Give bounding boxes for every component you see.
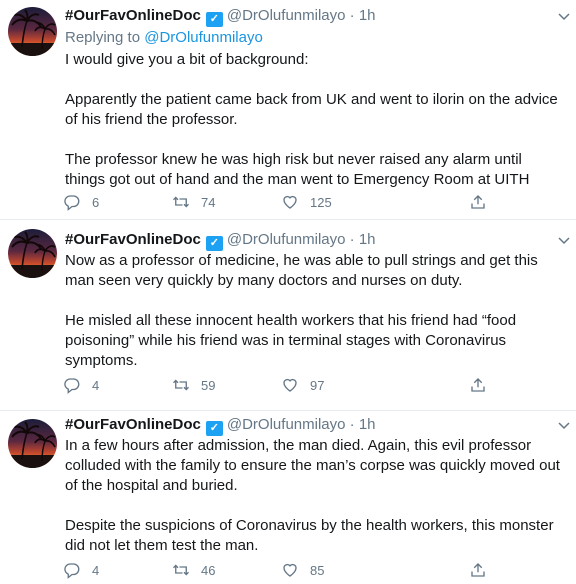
retweet-icon — [173, 196, 189, 208]
tweet-paragraph: Apparently the patient came back from UK… — [65, 91, 558, 128]
share-icon — [471, 378, 485, 392]
like-button[interactable]: 85 — [281, 559, 324, 581]
tweet[interactable]: #OurFavOnlineDoc ✓ @DrOlufunmilayo · 1h No… — [0, 220, 576, 411]
reply-button[interactable]: 6 — [63, 191, 99, 213]
tweet-header: #OurFavOnlineDoc ✓ @DrOlufunmilayo · 1h — [65, 6, 548, 27]
display-name[interactable]: #OurFavOnlineDoc — [65, 416, 201, 433]
user-handle[interactable]: @DrOlufunmilayo — [227, 416, 346, 433]
share-icon — [471, 563, 485, 577]
retweet-count: 46 — [201, 562, 216, 578]
tweet-paragraph: Despite the suspicions of Coronavirus by… — [65, 517, 554, 554]
timestamp[interactable]: 1h — [359, 416, 376, 433]
avatar[interactable] — [8, 7, 57, 56]
like-count: 85 — [310, 562, 325, 578]
reply-button[interactable]: 4 — [63, 374, 99, 396]
chevron-down-icon[interactable] — [558, 234, 570, 246]
display-name[interactable]: #OurFavOnlineDoc — [65, 231, 201, 248]
user-handle[interactable]: @DrOlufunmilayo — [227, 7, 346, 24]
share-icon — [471, 195, 485, 209]
share-button[interactable] — [469, 191, 487, 213]
tweet-actions: 4 59 97 — [63, 374, 503, 396]
tweet-actions: 4 46 85 — [63, 559, 503, 581]
replying-to: Replying to @DrOlufunmilayo — [65, 28, 263, 48]
heart-icon — [283, 378, 297, 392]
like-count: 125 — [310, 194, 332, 210]
like-count: 97 — [310, 377, 325, 393]
like-button[interactable]: 125 — [281, 191, 332, 213]
share-button[interactable] — [469, 374, 487, 396]
display-name[interactable]: #OurFavOnlineDoc — [65, 7, 201, 24]
reply-icon — [64, 563, 80, 579]
retweet-icon — [173, 564, 189, 576]
retweet-count: 59 — [201, 377, 216, 393]
tweet-header: #OurFavOnlineDoc ✓ @DrOlufunmilayo · 1h — [65, 230, 548, 251]
replying-to-mention[interactable]: @DrOlufunmilayo — [144, 29, 263, 46]
avatar[interactable] — [8, 229, 57, 278]
like-button[interactable]: 97 — [281, 374, 324, 396]
separator-dot: · — [349, 416, 355, 433]
chevron-down-icon[interactable] — [558, 419, 570, 431]
reply-icon — [64, 195, 80, 211]
tweet-header: #OurFavOnlineDoc ✓ @DrOlufunmilayo · 1h — [65, 415, 548, 436]
reply-count: 4 — [92, 377, 100, 393]
heart-icon — [283, 563, 297, 577]
reply-button[interactable]: 4 — [63, 559, 99, 581]
retweet-button[interactable]: 46 — [172, 559, 215, 581]
tweet-paragraph: Now as a professor of medicine, he was a… — [65, 252, 538, 289]
replying-to-label: Replying to — [65, 29, 141, 46]
retweet-button[interactable]: 74 — [172, 191, 215, 213]
share-button[interactable] — [469, 559, 487, 581]
tweet-text: I would give you a bit of background: Ap… — [65, 50, 563, 190]
reply-count: 6 — [92, 194, 100, 210]
retweet-button[interactable]: 59 — [172, 374, 215, 396]
tweet-text: In a few hours after admission, the man … — [65, 436, 563, 556]
tweet-paragraph: The professor knew he was high risk but … — [65, 151, 530, 188]
timestamp[interactable]: 1h — [359, 7, 376, 24]
chevron-down-icon[interactable] — [558, 10, 570, 22]
reply-icon — [64, 378, 80, 394]
retweet-count: 74 — [201, 194, 216, 210]
reply-count: 4 — [92, 562, 100, 578]
separator-dot: · — [349, 7, 355, 24]
separator-dot: · — [349, 231, 355, 248]
retweet-icon — [173, 379, 189, 391]
timestamp[interactable]: 1h — [359, 231, 376, 248]
tweet-paragraph: I would give you a bit of background: — [65, 51, 309, 68]
tweet-text: Now as a professor of medicine, he was a… — [65, 251, 563, 371]
verified-badge-icon: ✓ — [205, 236, 223, 251]
user-handle[interactable]: @DrOlufunmilayo — [227, 231, 346, 248]
tweet-paragraph: He misled all these innocent health work… — [65, 312, 517, 369]
verified-badge-icon: ✓ — [205, 421, 223, 436]
tweet-actions: 6 74 125 — [63, 191, 503, 213]
verified-badge-icon: ✓ — [205, 12, 223, 27]
avatar[interactable] — [8, 419, 57, 468]
heart-icon — [283, 195, 297, 209]
tweet[interactable]: #OurFavOnlineDoc ✓ @DrOlufunmilayo · 1h Re… — [0, 0, 576, 220]
tweet-paragraph: In a few hours after admission, the man … — [65, 437, 560, 494]
tweet[interactable]: #OurFavOnlineDoc ✓ @DrOlufunmilayo · 1h In… — [0, 411, 576, 584]
